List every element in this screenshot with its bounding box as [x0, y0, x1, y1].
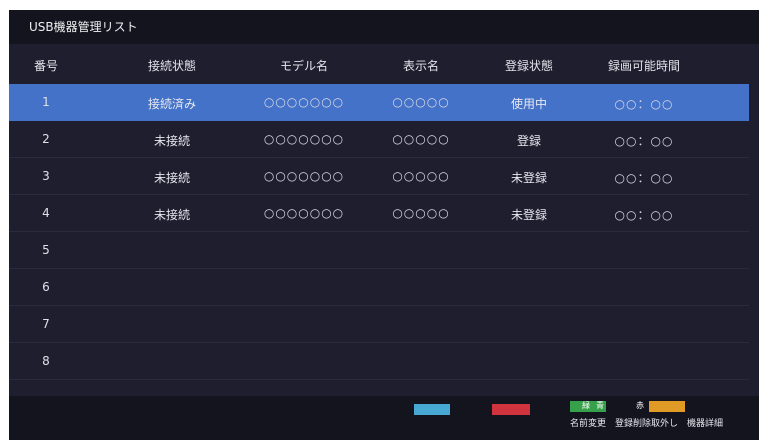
row-display-name: ○○○○○ [392, 132, 450, 146]
device-table: 1 接続済み ○○○○○○○ ○○○○○ 使用中 ○○：○○ 2 未接続 ○○○… [9, 84, 759, 380]
row-recordable-time: ○○：○○ [614, 97, 674, 111]
row-number: 2 [42, 132, 50, 146]
row-recordable-time: ○○：○○ [614, 208, 674, 222]
row-connection: 接続済み [147, 97, 196, 111]
column-header-registration: 登録状態 [504, 59, 553, 73]
row-number: 4 [42, 206, 50, 220]
row-number: 7 [42, 317, 50, 331]
red-button[interactable] [492, 404, 530, 415]
row-recordable-time: ○○：○○ [614, 134, 674, 148]
row-display-name: ○○○○○ [392, 206, 450, 220]
row-number: 8 [42, 354, 50, 368]
green-button-text-2: 青 [596, 401, 604, 410]
row-model: ○○○○○○○ [263, 132, 345, 146]
table-row[interactable]: 8 [9, 343, 749, 380]
page-title: USB機器管理リスト [29, 20, 138, 34]
row-display-name: ○○○○○ [392, 169, 450, 183]
row-registration: 登録 [516, 134, 541, 148]
row-number: 6 [42, 280, 50, 294]
yellow-button[interactable] [649, 401, 685, 412]
row-model: ○○○○○○○ [263, 206, 345, 220]
green-button-text: 緑 [582, 401, 590, 410]
row-recordable-time: ○○：○○ [614, 171, 674, 185]
row-number: 3 [42, 169, 50, 183]
table-header: 番号 接続状態 モデル名 表示名 登録状態 録画可能時間 [9, 44, 759, 84]
table-row[interactable]: 4 未接続 ○○○○○○○ ○○○○○ 未登録 ○○：○○ [9, 195, 749, 232]
column-header-recordable-time: 録画可能時間 [607, 59, 680, 73]
footer-button-labels: 名前変更 登録削除取外し 機器詳細 [570, 419, 724, 429]
table-row[interactable]: 1 接続済み ○○○○○○○ ○○○○○ 使用中 ○○：○○ [9, 84, 749, 121]
row-registration: 未登録 [510, 208, 547, 222]
usb-device-list-screen: USB機器管理リスト 番号 接続状態 モデル名 表示名 登録状態 録画可能時間 … [9, 10, 759, 440]
row-registration: 未登録 [510, 171, 547, 185]
row-display-name: ○○○○○ [392, 95, 450, 109]
row-model: ○○○○○○○ [263, 95, 345, 109]
column-header-connection: 接続状態 [147, 59, 196, 73]
row-connection: 未接続 [153, 171, 190, 185]
row-model: ○○○○○○○ [263, 169, 345, 183]
table-row[interactable]: 3 未接続 ○○○○○○○ ○○○○○ 未登録 ○○：○○ [9, 158, 749, 195]
table-row[interactable]: 6 [9, 269, 749, 306]
row-number: 1 [42, 95, 50, 109]
green-button-text-3: 赤 [636, 401, 644, 410]
title-bar: USB機器管理リスト [9, 10, 759, 44]
table-row[interactable]: 7 [9, 306, 749, 343]
table-row[interactable]: 2 未接続 ○○○○○○○ ○○○○○ 登録 ○○：○○ [9, 121, 749, 158]
row-connection: 未接続 [153, 134, 190, 148]
column-header-model: モデル名 [279, 59, 328, 73]
blue-button[interactable] [414, 404, 450, 415]
row-connection: 未接続 [153, 208, 190, 222]
row-number: 5 [42, 243, 50, 257]
column-header-number: 番号 [33, 59, 58, 73]
column-header-display-name: 表示名 [402, 59, 439, 73]
row-registration: 使用中 [510, 97, 547, 111]
table-row[interactable]: 5 [9, 232, 749, 269]
